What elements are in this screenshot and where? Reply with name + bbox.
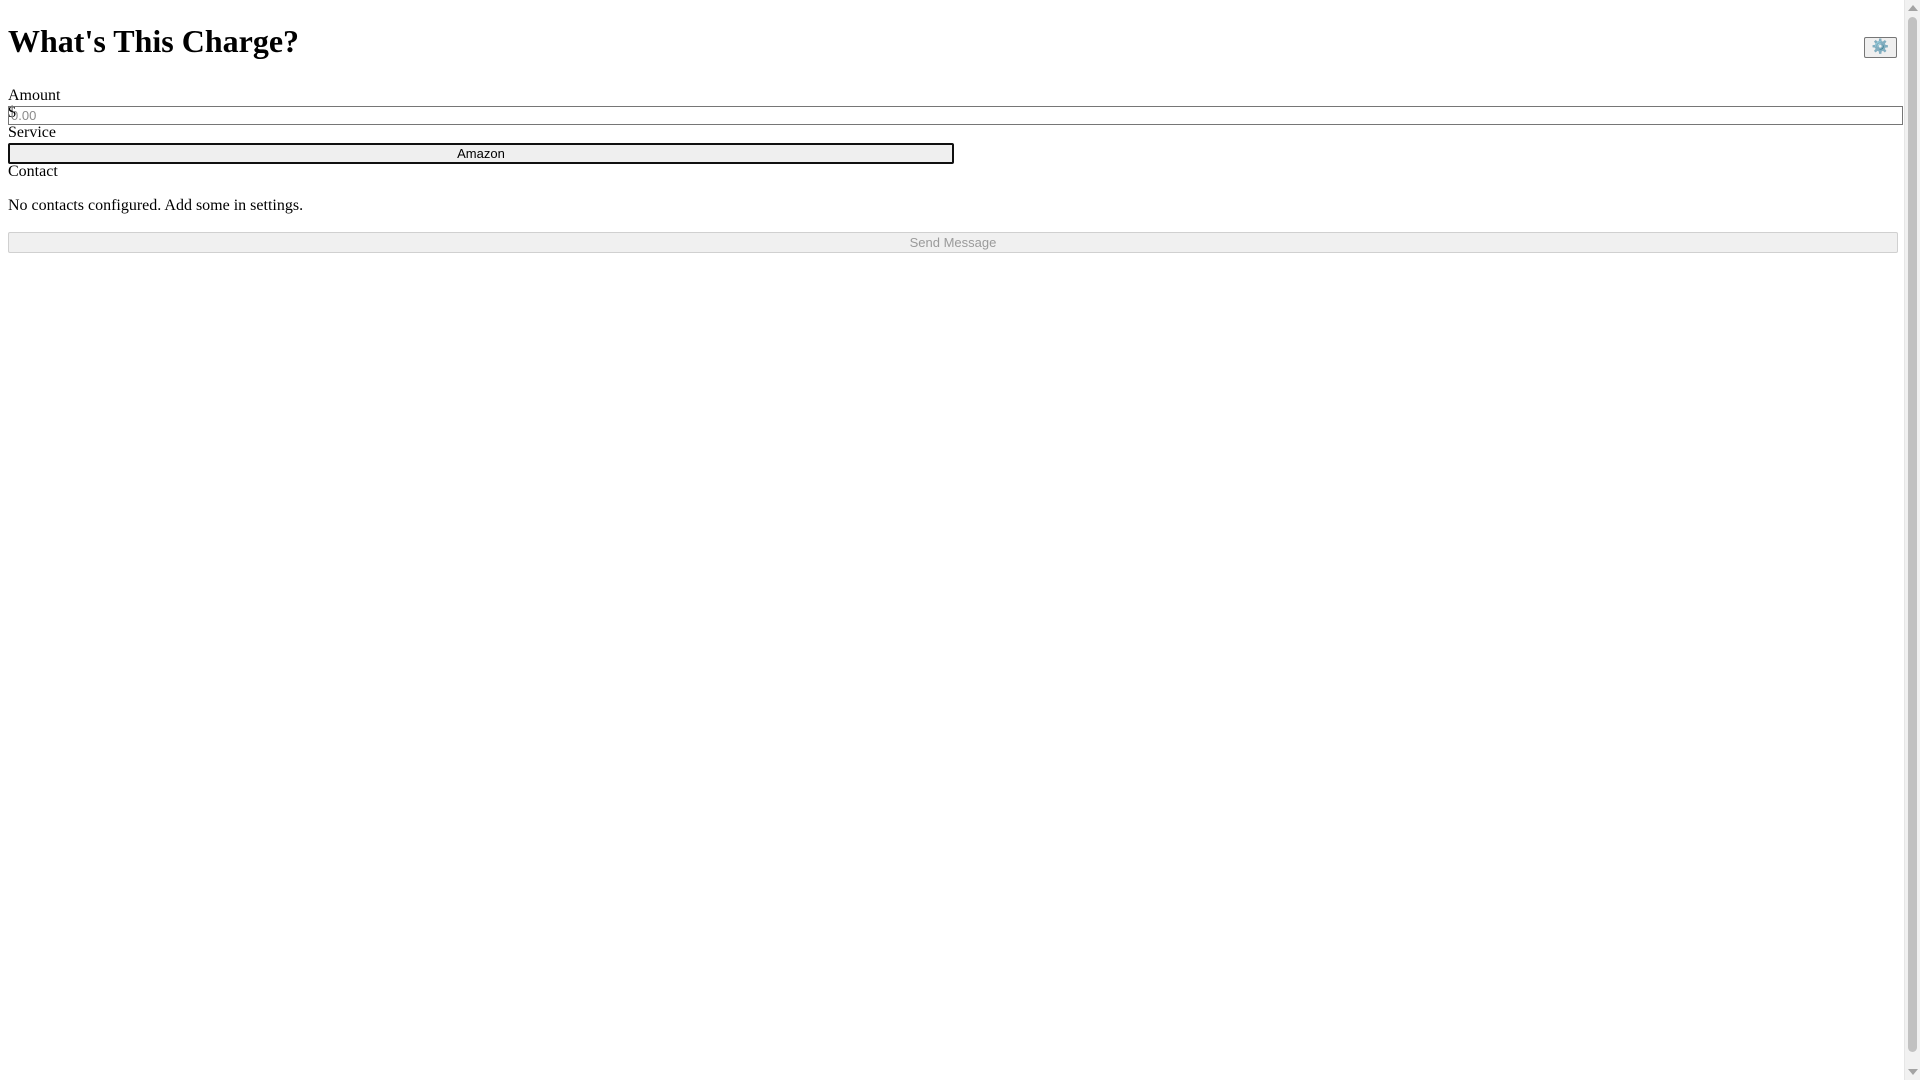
amount-field-group: $: [8, 104, 1903, 125]
amount-label: Amount: [8, 87, 61, 104]
page: What's This Charge? ⚙️ Amount $ Service …: [0, 0, 1904, 1080]
vertical-scrollbar[interactable]: [1904, 0, 1920, 1080]
scroll-up-icon[interactable]: [1908, 5, 1918, 11]
no-contacts-message: No contacts configured. Add some in sett…: [8, 197, 304, 214]
send-message-button[interactable]: Send Message: [8, 232, 1898, 253]
contact-label: Contact: [8, 163, 58, 180]
scroll-down-icon[interactable]: [1908, 1069, 1918, 1075]
settings-button[interactable]: ⚙️: [1864, 37, 1897, 58]
scrollbar-thumb[interactable]: [1908, 17, 1917, 1052]
page-title: What's This Charge?: [8, 23, 300, 59]
gear-icon: ⚙️: [1871, 39, 1890, 55]
amount-input[interactable]: [8, 106, 1903, 125]
service-select[interactable]: Amazon: [8, 143, 954, 164]
service-label: Service: [8, 124, 56, 141]
